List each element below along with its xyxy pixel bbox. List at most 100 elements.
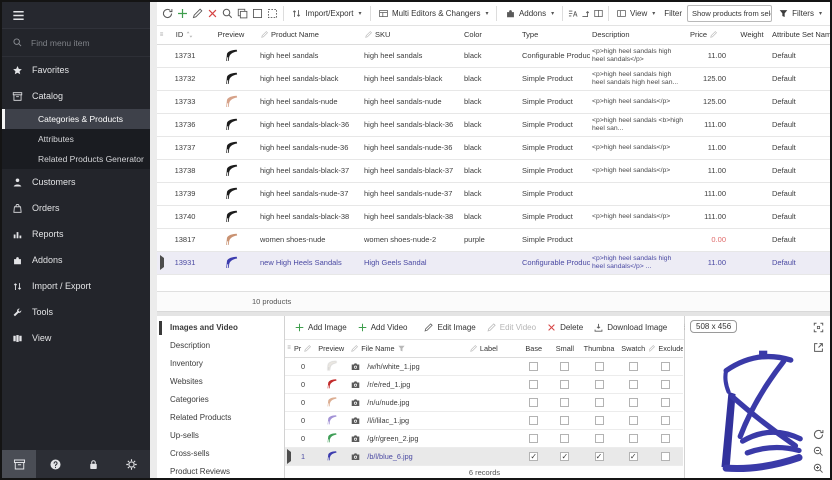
product-row[interactable]: 13736high heel sandals-black-36high heel… [157, 113, 832, 136]
auto-fill-button[interactable] [567, 5, 578, 23]
sidebar-subitem-attributes[interactable]: Attributes [2, 129, 150, 149]
tab-images-and-video[interactable]: Images and Video [157, 319, 284, 337]
multi-editors-menu-button[interactable]: Multi Editors & Changers▾ [374, 5, 493, 23]
sidebar-item-customers[interactable]: Customers [2, 169, 150, 195]
level-up-button[interactable] [580, 5, 591, 23]
checkbox-swatch[interactable] [629, 416, 638, 425]
product-row[interactable]: 13733high heel sandals-nudehigh heel san… [157, 90, 832, 113]
add-image-button[interactable]: Add Image [290, 318, 351, 336]
product-row[interactable]: 13731high heel sandalshigh heel sandalsb… [157, 44, 832, 67]
edit-button[interactable] [191, 5, 204, 23]
checkbox-exclude[interactable] [661, 452, 670, 461]
column-header-preview[interactable]: Preview [313, 340, 349, 358]
menu-search-input[interactable] [29, 37, 129, 49]
tab-cross-sells[interactable]: Cross-sells [157, 445, 284, 463]
checkbox-exclude[interactable] [661, 434, 670, 443]
copy-button[interactable] [236, 5, 249, 23]
lock-button[interactable] [76, 450, 110, 478]
store-button[interactable] [2, 450, 36, 478]
checkbox-exclude[interactable] [661, 398, 670, 407]
checkbox-small[interactable] [560, 434, 569, 443]
delete-image-button[interactable]: Delete [542, 318, 587, 336]
sidebar-item-addons[interactable]: Addons [2, 247, 150, 273]
refresh-button[interactable] [161, 5, 174, 23]
download-image-button[interactable]: Download Image [589, 318, 671, 336]
column-header-swatch[interactable]: Swatch [618, 340, 649, 358]
image-row[interactable]: 0/w/h/white_1.jpg [285, 358, 683, 376]
column-header-label[interactable]: Label [468, 340, 518, 358]
checkbox-swatch[interactable] [629, 380, 638, 389]
checkbox-base[interactable] [529, 434, 538, 443]
sidebar-item-reports[interactable]: Reports [2, 221, 150, 247]
column-header-price[interactable]: Price [688, 26, 734, 44]
checkbox-base[interactable] [529, 398, 538, 407]
fit-screen-icon[interactable] [812, 321, 825, 334]
checkbox-swatch[interactable] [629, 362, 638, 371]
checkbox-thumbnail[interactable] [595, 398, 604, 407]
product-row[interactable]: 13931new High Heels SandalsHigh Geels Sa… [157, 251, 832, 274]
checkbox-exclude[interactable] [661, 416, 670, 425]
sidebar-subitem-categories-products[interactable]: Categories & Products [2, 109, 150, 129]
column-header-base[interactable]: Base [518, 340, 549, 358]
checkbox-swatch[interactable] [629, 398, 638, 407]
paste-button[interactable] [266, 5, 279, 23]
select-button[interactable] [251, 5, 264, 23]
open-external-icon[interactable] [812, 341, 825, 354]
import-export-menu-button[interactable]: Import/Export▾ [287, 5, 365, 23]
menu-toggle-button[interactable] [2, 2, 150, 29]
product-row[interactable]: 13737high heel sandals-nude-36high heel … [157, 136, 832, 159]
column-header-attribute-set-name[interactable]: Attribute Set Name [770, 26, 832, 44]
edit-image-button[interactable]: Edit Image [419, 318, 479, 336]
settings-button[interactable] [114, 450, 148, 478]
tab-inventory[interactable]: Inventory [157, 355, 284, 373]
column-header-small[interactable]: Small [549, 340, 580, 358]
delete-button[interactable] [206, 5, 219, 23]
tab-related-products[interactable]: Related Products [157, 409, 284, 427]
refresh-image-icon[interactable] [812, 428, 825, 441]
tab-up-sells[interactable]: Up-sells [157, 427, 284, 445]
checkbox-swatch[interactable] [629, 434, 638, 443]
sidebar-item-view[interactable]: View [2, 325, 150, 351]
checkbox-thumbnail[interactable]: ✓ [595, 452, 604, 461]
product-row[interactable]: 13732high heel sandals-blackhigh heel sa… [157, 67, 832, 90]
checkbox-small[interactable] [560, 398, 569, 407]
sidebar-item-orders[interactable]: Orders [2, 195, 150, 221]
column-header-pr[interactable]: Pr [293, 340, 313, 358]
sidebar-item-tools[interactable]: Tools [2, 299, 150, 325]
add-video-button[interactable]: Add Video [353, 318, 412, 336]
checkbox-thumbnail[interactable] [595, 416, 604, 425]
zoom-out-icon[interactable] [812, 445, 825, 458]
sidebar-item-favorites[interactable]: Favorites [2, 57, 150, 83]
checkbox-base[interactable] [529, 416, 538, 425]
column-header-sku[interactable]: SKU [362, 26, 462, 44]
image-row[interactable]: 0/l/i/lilac_1.jpg [285, 412, 683, 430]
image-row[interactable]: 0/n/u/nude.jpg [285, 394, 683, 412]
checkbox-exclude[interactable] [661, 362, 670, 371]
column-header-preview[interactable]: Preview [204, 26, 258, 44]
checkbox-thumbnail[interactable] [595, 362, 604, 371]
image-row[interactable]: 0/g/r/green_2.jpg [285, 430, 683, 448]
checkbox-small[interactable] [560, 362, 569, 371]
zoom-in-icon[interactable] [812, 462, 825, 475]
column-header-thumbna[interactable]: Thumbna [580, 340, 617, 358]
column-header-file-name[interactable]: File Name [349, 340, 468, 358]
column-header-description[interactable]: Description [590, 26, 688, 44]
checkbox-base[interactable] [529, 380, 538, 389]
tab-websites[interactable]: Websites [157, 373, 284, 391]
addons-menu-button[interactable]: Addons▾ [501, 5, 558, 23]
filters-button[interactable]: Filters▾ [774, 5, 826, 23]
product-row[interactable]: 13817women shoes-nudewomen shoes-nude-2p… [157, 228, 832, 251]
checkbox-small[interactable] [560, 380, 569, 389]
product-row[interactable]: 13738high heel sandals-black-37high heel… [157, 159, 832, 182]
image-row[interactable]: 1/b/l/blue_6.jpg✓✓✓✓ [285, 448, 683, 466]
column-header-type[interactable]: Type [520, 26, 590, 44]
column-header-product-name[interactable]: Product Name [258, 26, 362, 44]
image-row[interactable]: 0/r/e/red_1.jpg [285, 376, 683, 394]
checkbox-small[interactable]: ✓ [560, 452, 569, 461]
tab-categories[interactable]: Categories [157, 391, 284, 409]
column-header-weight[interactable]: Weight [734, 26, 770, 44]
product-row[interactable]: 13740high heel sandals-black-38high heel… [157, 205, 832, 228]
column-header-exclude[interactable]: Exclude [649, 340, 683, 358]
product-row[interactable]: 13739high heel sandals-nude-37high heel … [157, 182, 832, 205]
column-header-color[interactable]: Color [462, 26, 520, 44]
